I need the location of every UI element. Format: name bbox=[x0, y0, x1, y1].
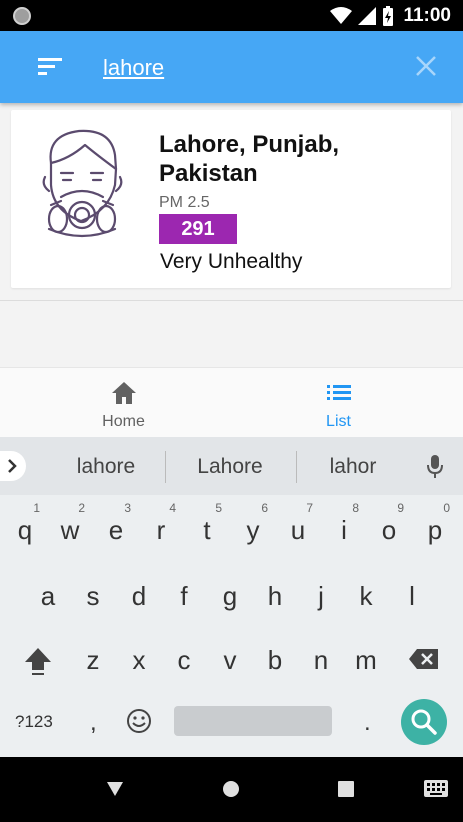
backspace-key-icon[interactable] bbox=[408, 647, 440, 671]
location-name: Lahore, Punjab, Pakistan bbox=[159, 131, 340, 187]
nav-item-list[interactable]: List bbox=[223, 368, 454, 438]
status-icons bbox=[330, 6, 394, 26]
key-n[interactable]: n bbox=[304, 645, 338, 676]
space-bar[interactable] bbox=[174, 706, 332, 736]
key-y[interactable]: y6 bbox=[236, 501, 270, 546]
key-hint: 0 bbox=[443, 501, 450, 515]
key-f[interactable]: f bbox=[167, 581, 201, 612]
key-p[interactable]: p0 bbox=[418, 501, 452, 546]
wifi-icon bbox=[330, 7, 352, 24]
key-hint: 7 bbox=[306, 501, 313, 515]
period-key[interactable]: . bbox=[364, 709, 371, 737]
system-navigation-bar bbox=[0, 757, 463, 822]
soft-keyboard: lahore Lahore lahor q1w2 e3r4 t5 y6u7 i8o9 p0… bbox=[0, 437, 463, 757]
key-hint: 1 bbox=[33, 501, 40, 515]
close-icon[interactable] bbox=[413, 53, 439, 79]
key-l[interactable]: l bbox=[395, 581, 429, 612]
suggestion-2[interactable]: Lahore bbox=[170, 455, 290, 479]
search-input[interactable]: lahore bbox=[103, 55, 164, 81]
key-hint: 6 bbox=[261, 501, 268, 515]
suggestion-1[interactable]: lahore bbox=[46, 455, 166, 479]
search-icon bbox=[411, 709, 437, 735]
symbols-key[interactable]: ?123 bbox=[15, 712, 53, 732]
nav-label-home: Home bbox=[102, 413, 145, 430]
expand-suggestions-button[interactable] bbox=[0, 451, 26, 481]
clock: 11:00 bbox=[403, 5, 451, 26]
aqi-result-card[interactable]: Lahore, Punjab, Pakistan PM 2.5 291 Very… bbox=[11, 110, 451, 288]
key-c[interactable]: c bbox=[167, 645, 201, 676]
aqi-category: Very Unhealthy bbox=[160, 250, 303, 273]
nav-item-home[interactable]: Home bbox=[8, 368, 239, 438]
search-app-bar: lahore bbox=[0, 31, 463, 103]
key-v[interactable]: v bbox=[213, 645, 247, 676]
list-icon bbox=[326, 385, 351, 400]
key-b[interactable]: b bbox=[258, 645, 292, 676]
shift-key-icon[interactable] bbox=[22, 645, 54, 677]
key-hint: 4 bbox=[169, 501, 176, 515]
key-hint: 2 bbox=[78, 501, 85, 515]
key-g[interactable]: g bbox=[213, 581, 247, 612]
gas-mask-face-icon bbox=[42, 129, 123, 238]
key-a[interactable]: a bbox=[31, 581, 65, 612]
battery-icon bbox=[383, 6, 393, 26]
key-q[interactable]: q1 bbox=[8, 501, 42, 546]
back-icon[interactable] bbox=[106, 781, 124, 797]
search-key[interactable] bbox=[401, 699, 447, 745]
key-i[interactable]: i8 bbox=[327, 501, 361, 546]
key-z[interactable]: z bbox=[76, 645, 110, 676]
key-j[interactable]: j bbox=[304, 581, 338, 612]
nav-label-list: List bbox=[326, 413, 351, 430]
chevron-right-icon bbox=[8, 459, 17, 473]
aqi-badge: 291 bbox=[159, 214, 237, 244]
home-icon bbox=[111, 382, 136, 404]
divider bbox=[0, 300, 463, 301]
key-h[interactable]: h bbox=[258, 581, 292, 612]
suggestion-separator bbox=[165, 451, 166, 483]
suggestion-3[interactable]: lahor bbox=[293, 455, 413, 479]
key-hint: 9 bbox=[397, 501, 404, 515]
key-s[interactable]: s bbox=[76, 581, 110, 612]
recents-icon[interactable] bbox=[338, 781, 354, 797]
home-circle-icon[interactable] bbox=[222, 780, 240, 798]
emoji-icon[interactable] bbox=[126, 708, 152, 734]
key-t[interactable]: t5 bbox=[190, 501, 224, 546]
key-w[interactable]: w2 bbox=[53, 501, 87, 546]
key-hint: 8 bbox=[352, 501, 359, 515]
key-e[interactable]: e3 bbox=[99, 501, 133, 546]
key-u[interactable]: u7 bbox=[281, 501, 315, 546]
key-x[interactable]: x bbox=[122, 645, 156, 676]
comma-key[interactable]: , bbox=[90, 709, 97, 737]
key-d[interactable]: d bbox=[122, 581, 156, 612]
key-hint: 5 bbox=[215, 501, 222, 515]
signal-icon bbox=[358, 7, 376, 25]
key-k[interactable]: k bbox=[349, 581, 383, 612]
suggestion-strip: lahore Lahore lahor bbox=[0, 437, 463, 495]
notification-icon bbox=[13, 7, 31, 25]
microphone-icon[interactable] bbox=[425, 454, 445, 480]
pollutant-label: PM 2.5 bbox=[159, 194, 210, 211]
key-hint: 3 bbox=[124, 501, 131, 515]
key-m[interactable]: m bbox=[349, 645, 383, 676]
bottom-navigation: Home List bbox=[0, 367, 463, 438]
filter-icon[interactable] bbox=[36, 56, 66, 78]
key-o[interactable]: o9 bbox=[372, 501, 406, 546]
keyboard-switch-icon[interactable] bbox=[423, 779, 449, 799]
status-bar: 11:00 bbox=[0, 0, 463, 31]
key-r[interactable]: r4 bbox=[144, 501, 178, 546]
